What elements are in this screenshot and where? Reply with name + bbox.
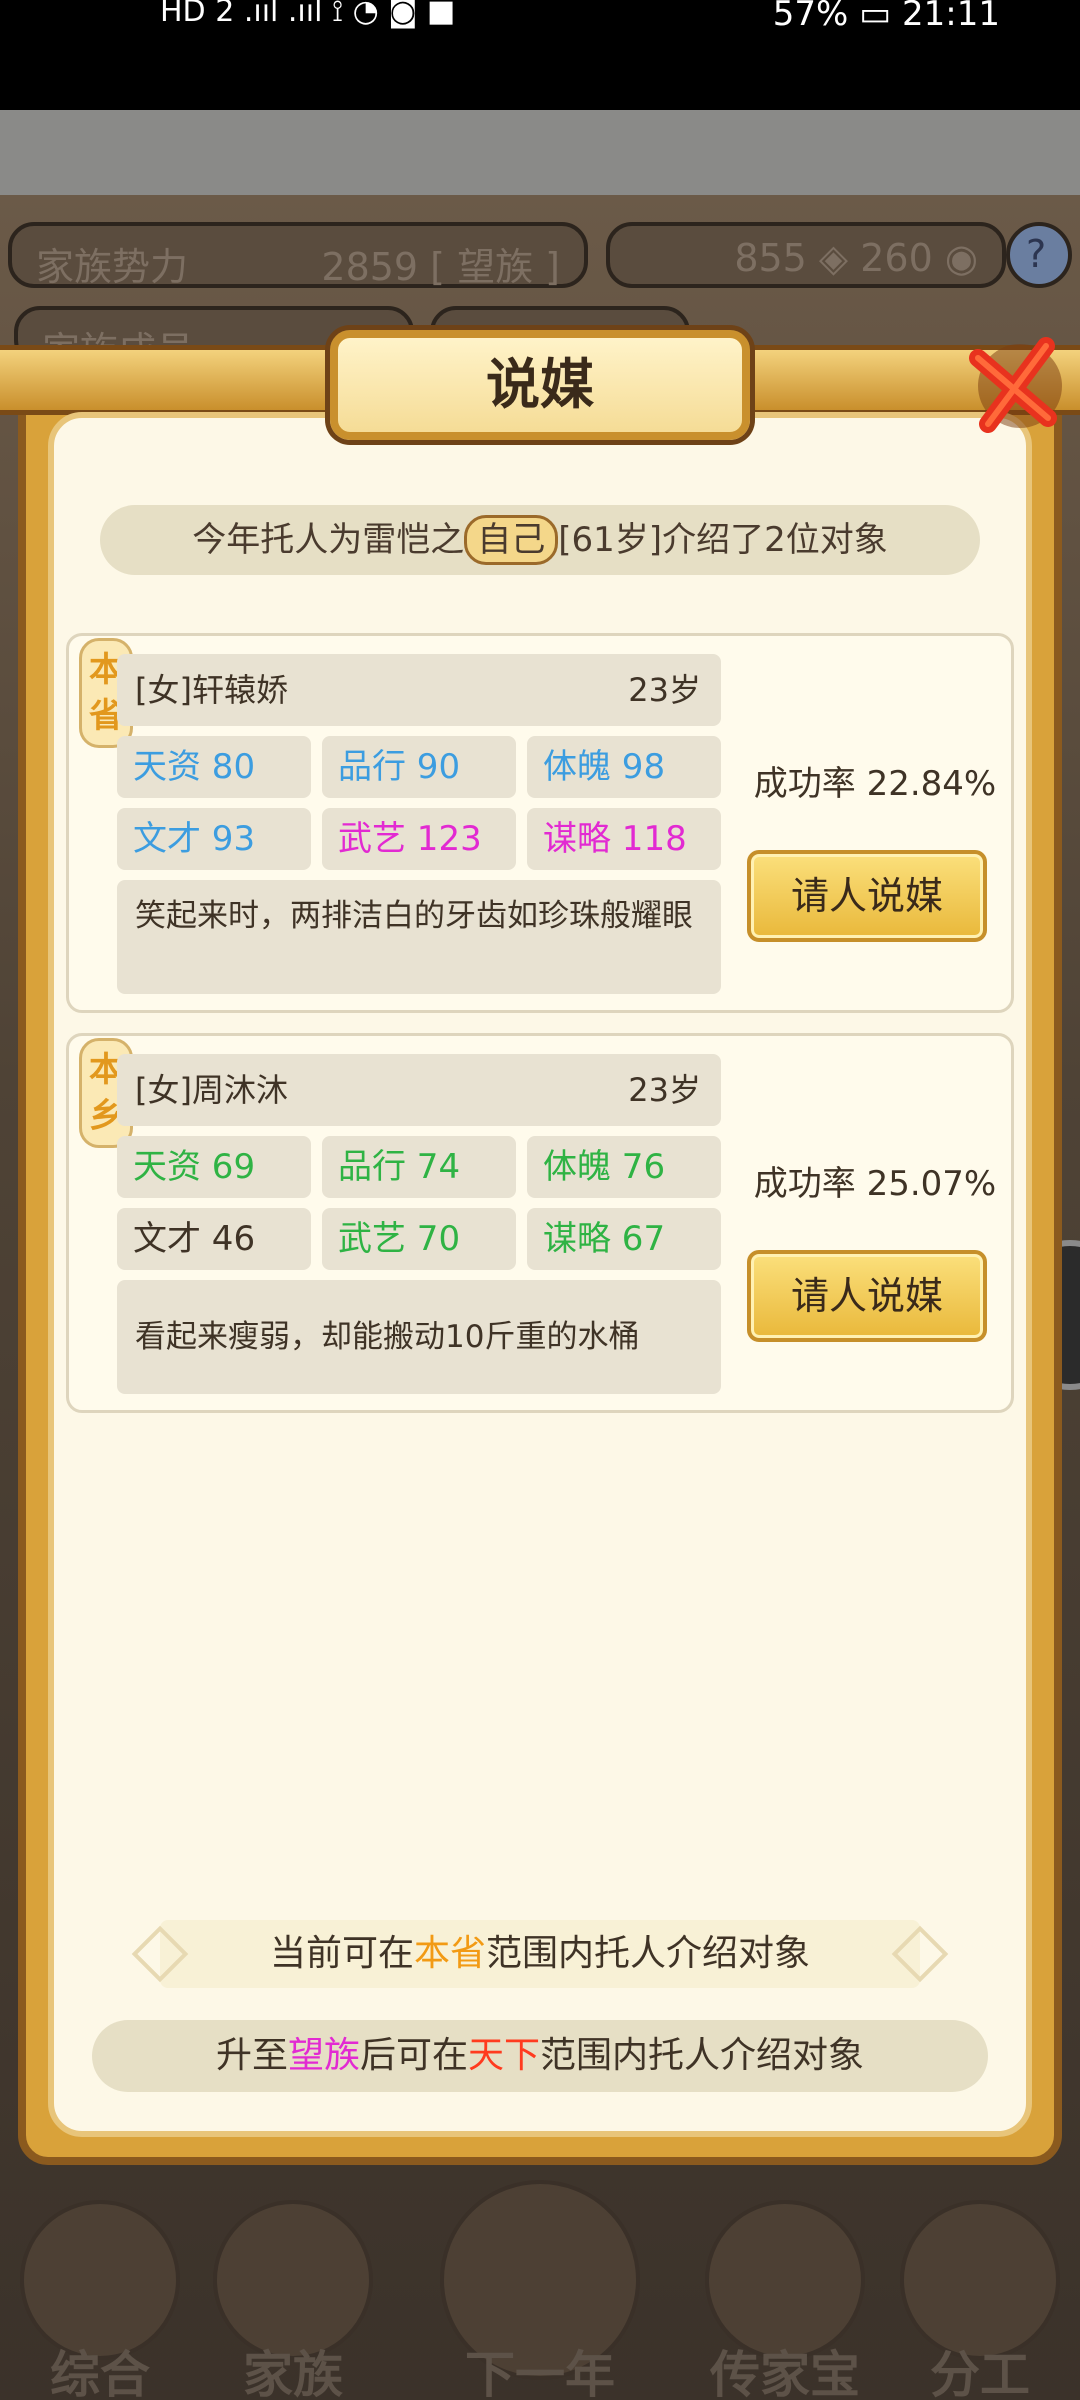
close-icon <box>969 337 1062 433</box>
scope-highlight: 本省 <box>413 1933 486 1974</box>
nav-overview-label: 综合 <box>50 2346 150 2400</box>
stat-martial: 武艺 123 <box>322 808 516 870</box>
upgrade-pre: 升至 <box>215 2035 288 2076</box>
stat-literary: 文才 93 <box>117 808 311 870</box>
help-icon: ? <box>1026 232 1047 276</box>
stat-physique: 体魄 98 <box>527 736 721 798</box>
candidate-name: [女]轩辕娇 <box>135 671 288 709</box>
stat-conduct: 品行 90 <box>322 736 516 798</box>
upgrade-mid: 后可在 <box>359 2035 468 2076</box>
candidate-name: [女]周沐沐 <box>135 1071 288 1109</box>
resource-panel: 855 ◈ 260 ◉ <box>606 222 1006 288</box>
upgrade-hint: 升至望族后可在天下范围内托人介绍对象 <box>92 2020 988 2092</box>
request-matchmaker-button[interactable]: 请人说媒 <box>747 1250 987 1342</box>
help-button[interactable]: ? <box>1006 222 1072 288</box>
family-power-label: 家族势力 <box>36 245 189 289</box>
nav-division-label: 分工 <box>930 2346 1030 2400</box>
status-bar: HD 2 .ııl .ııl ⟟ ◔ ◙ ■ 57% ▭ 21:11 <box>0 0 1080 110</box>
status-left: HD 2 .ııl .ııl ⟟ ◔ ◙ ■ <box>160 0 456 29</box>
candidate-name-bar: [女]轩辕娇 23岁 <box>117 654 721 726</box>
intro-post: [61岁]介绍了2位对象 <box>558 520 888 560</box>
scope-post: 范围内托人介绍对象 <box>486 1933 811 1974</box>
success-rate: 成功率 25.07% <box>753 1164 997 1204</box>
stat-strategy: 谋略 118 <box>527 808 721 870</box>
nav-family-label: 家族 <box>243 2346 343 2400</box>
nav-heirloom-label: 传家宝 <box>710 2346 860 2400</box>
nav-next-year-label: 下一年 <box>465 2346 615 2400</box>
status-right: 57% ▭ 21:11 <box>772 0 1000 34</box>
nav-division[interactable]: 分工 <box>885 2180 1075 2400</box>
scope-pre: 当前可在 <box>269 1933 414 1974</box>
upgrade-rank: 望族 <box>287 2035 360 2076</box>
top-gray-bar <box>0 110 1080 195</box>
nav-overview[interactable]: 综合 <box>5 2180 195 2400</box>
close-button[interactable] <box>958 328 1068 438</box>
request-matchmaker-button[interactable]: 请人说媒 <box>747 850 987 942</box>
bottom-nav: 综合 家族 下一年 传家宝 分工 <box>0 2180 1080 2400</box>
self-tag: 自己 <box>464 515 559 565</box>
nav-family[interactable]: 家族 <box>198 2180 388 2400</box>
candidate-card-1: 本省 [女]轩辕娇 23岁 天资 80 品行 90 体魄 98 文才 93 武艺… <box>66 633 1014 1013</box>
intro-pre: 今年托人为雷恺之 <box>192 520 465 560</box>
dialog-title: 说媒 <box>330 330 750 440</box>
family-power-value: 2859 [ 望族 ] <box>321 245 560 289</box>
stat-conduct: 品行 74 <box>322 1136 516 1198</box>
candidate-description: 看起来瘦弱，却能搬动10斤重的水桶 <box>117 1280 721 1394</box>
success-rate: 成功率 22.84% <box>753 764 997 804</box>
upgrade-scope: 天下 <box>468 2035 541 2076</box>
candidate-age: 23岁 <box>628 671 701 709</box>
stat-talent: 天资 80 <box>117 736 311 798</box>
scope-banner: 当前可在本省范围内托人介绍对象 <box>131 1920 949 1988</box>
stat-talent: 天资 69 <box>117 1136 311 1198</box>
candidate-description: 笑起来时，两排洁白的牙齿如珍珠般耀眼 <box>117 880 721 994</box>
intro-text: 今年托人为雷恺之 自己 [61岁]介绍了2位对象 <box>100 505 980 575</box>
nav-heirloom[interactable]: 传家宝 <box>690 2180 880 2400</box>
family-power-panel: 家族势力 2859 [ 望族 ] <box>8 222 588 289</box>
candidate-age: 23岁 <box>628 1071 701 1109</box>
candidate-card-2: 本乡 [女]周沐沐 23岁 天资 69 品行 74 体魄 76 文才 46 武艺… <box>66 1033 1014 1413</box>
upgrade-post: 范围内托人介绍对象 <box>540 2035 865 2076</box>
stat-strategy: 谋略 67 <box>527 1208 721 1270</box>
nav-next-year[interactable]: 下一年 <box>400 2180 680 2400</box>
stat-physique: 体魄 76 <box>527 1136 721 1198</box>
stat-literary: 文才 46 <box>117 1208 311 1270</box>
resource-values: 855 ◈ 260 ◉ <box>734 236 978 280</box>
candidate-name-bar: [女]周沐沐 23岁 <box>117 1054 721 1126</box>
stat-martial: 武艺 70 <box>322 1208 516 1270</box>
